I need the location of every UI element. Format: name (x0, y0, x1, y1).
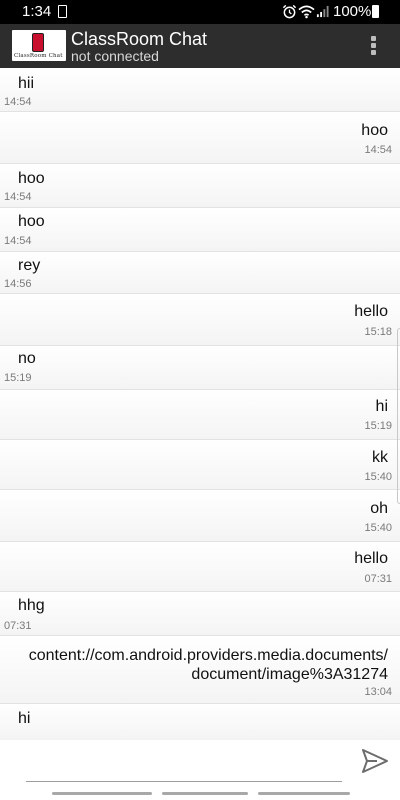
message-time: 14:54 (4, 191, 32, 203)
overflow-menu-icon[interactable] (362, 34, 386, 58)
message-time: 15:40 (364, 471, 392, 483)
message-text: rey (18, 257, 41, 274)
battery-percent: 100% (333, 3, 372, 20)
message-text: oh (370, 500, 388, 517)
app-logo: ClassRoom Chat (12, 30, 66, 61)
message-item: hello 15:18 (0, 294, 400, 346)
alarm-icon (282, 4, 297, 19)
message-text: hoo (18, 213, 45, 230)
phone-icon (32, 33, 44, 52)
message-time: 14:54 (4, 96, 32, 108)
nav-home-handle[interactable] (162, 792, 248, 795)
message-item: rey 14:56 (0, 252, 400, 294)
signal-icon (316, 5, 329, 18)
status-bar: 1:34 100% (0, 0, 400, 24)
system-nav-bar (0, 788, 400, 800)
status-time: 1:34 (22, 3, 52, 20)
wifi-icon (298, 5, 315, 19)
message-time: 07:31 (4, 620, 32, 632)
message-item: no 15:19 (0, 346, 400, 390)
message-time: 07:31 (364, 573, 392, 585)
nav-recents-handle[interactable] (52, 792, 152, 795)
message-text: no (18, 350, 36, 367)
battery-icon (372, 5, 379, 18)
message-text: hi (375, 398, 388, 415)
message-item: hoo 14:54 (0, 164, 400, 208)
nav-back-handle[interactable] (258, 792, 350, 795)
message-text: hhg (18, 597, 45, 614)
message-item: hoo 14:54 (0, 112, 400, 164)
message-text: hoo (18, 170, 45, 187)
message-time: 15:18 (364, 326, 392, 338)
message-item: hii 14:54 (0, 68, 400, 112)
message-time: 15:19 (4, 372, 32, 384)
message-text: hello (354, 303, 388, 320)
message-time: 14:54 (364, 144, 392, 156)
app-title: ClassRoom Chat (71, 29, 208, 49)
sim-icon (58, 5, 67, 18)
message-item: hi 15:19 (0, 390, 400, 440)
send-icon[interactable] (360, 746, 390, 776)
message-text: hoo (361, 122, 388, 139)
connection-status: not connected (71, 48, 159, 64)
message-item: content://com.android.providers.media.do… (0, 636, 400, 704)
message-time: 13:04 (364, 686, 392, 698)
message-item: hhg 07:31 (0, 592, 400, 636)
message-text: hello (354, 550, 388, 567)
message-item: hello 07:31 (0, 542, 400, 592)
message-item: kk 15:40 (0, 440, 400, 490)
message-text: hi (18, 710, 31, 727)
message-text: hii (18, 75, 35, 92)
message-text: content://com.android.providers.media.do… (28, 647, 388, 683)
message-time: 14:54 (4, 235, 32, 247)
message-text: kk (372, 449, 388, 466)
message-time: 15:19 (364, 420, 392, 432)
message-item: hoo 14:54 (0, 208, 400, 252)
message-time: 15:40 (364, 522, 392, 534)
message-item: oh 15:40 (0, 490, 400, 542)
message-time: 14:56 (4, 278, 32, 290)
app-logo-text: ClassRoom Chat (14, 53, 63, 59)
message-list[interactable]: hii 14:54 hoo 14:54 hoo 14:54 hoo 14:54 … (0, 68, 400, 740)
composer (0, 740, 400, 788)
message-input[interactable] (26, 740, 342, 782)
message-item: hi (0, 704, 400, 740)
app-bar: ClassRoom Chat ClassRoom Chat not connec… (0, 24, 400, 68)
